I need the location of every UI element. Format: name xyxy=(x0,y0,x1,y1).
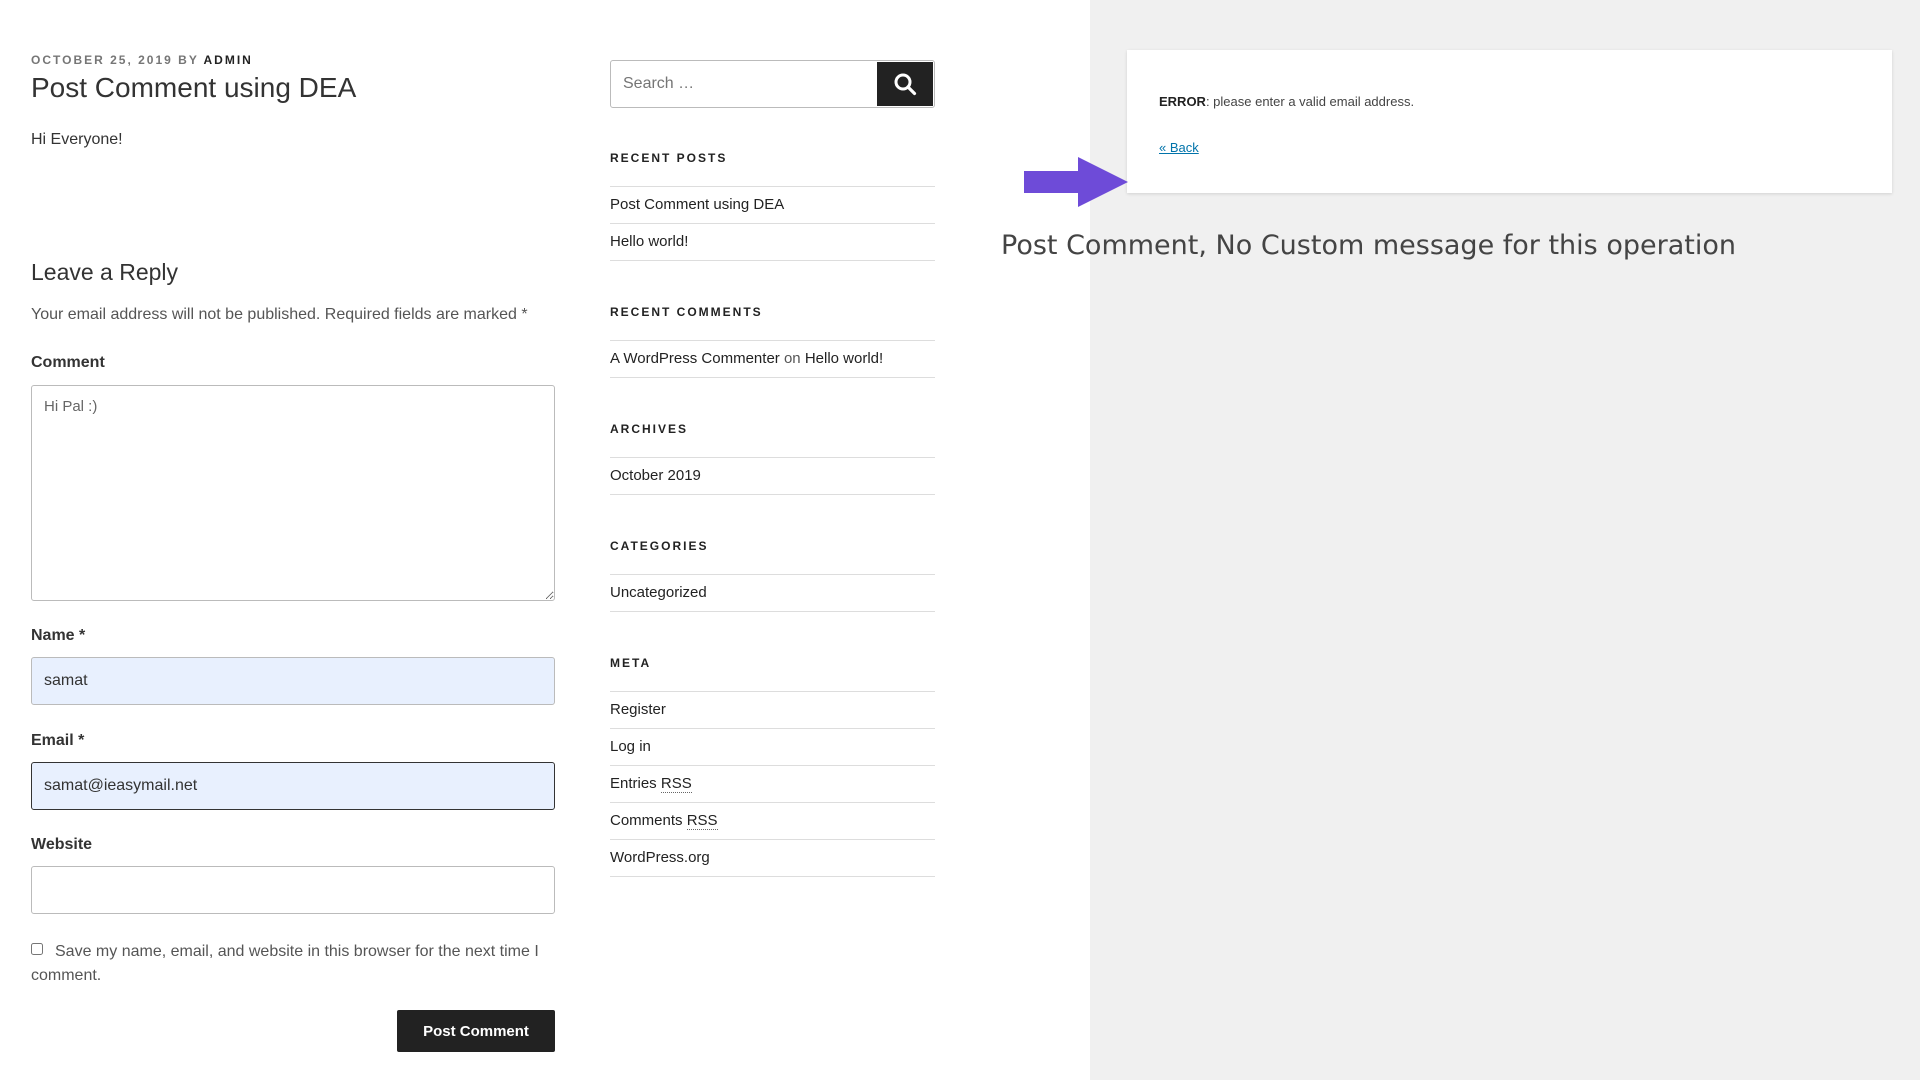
error-message-box: ERROR: please enter a valid email addres… xyxy=(1127,50,1892,193)
post-title: Post Comment using DEA xyxy=(31,72,357,103)
recent-comments-list: A WordPress Commenter on Hello world! xyxy=(610,340,935,378)
search-form xyxy=(610,60,935,108)
meta-item-label: Entries xyxy=(610,775,661,792)
meta-item-abbr: RSS xyxy=(686,812,718,830)
comment-notes: Your email address will not be published… xyxy=(31,306,528,323)
post-comment-button[interactable]: Post Comment xyxy=(397,1010,555,1052)
post-by: BY xyxy=(178,53,199,67)
meta-item-label: Register xyxy=(610,701,666,718)
error-label: ERROR xyxy=(1159,94,1206,109)
comment-label: Comment xyxy=(31,354,105,371)
comment-on-text: on xyxy=(783,350,801,367)
archive-item[interactable]: October 2019 xyxy=(610,458,935,495)
meta-item-label: WordPress.org xyxy=(610,849,710,866)
meta-item-label: Log in xyxy=(610,738,651,755)
cookies-consent: Save my name, email, and website in this… xyxy=(31,940,561,988)
arrow-right-icon xyxy=(1024,157,1128,207)
meta-list: Register Log in Entries RSS Comments RSS… xyxy=(610,691,935,877)
meta-item-register[interactable]: Register xyxy=(610,692,935,729)
post-author[interactable]: ADMIN xyxy=(204,53,253,67)
reply-title: Leave a Reply xyxy=(31,259,179,285)
error-text: ERROR: please enter a valid email addres… xyxy=(1159,94,1414,109)
comment-textarea[interactable]: Hi Pal :) xyxy=(31,385,555,601)
cookies-checkbox[interactable] xyxy=(31,943,43,955)
search-input[interactable] xyxy=(611,61,876,107)
error-message: : please enter a valid email address. xyxy=(1205,94,1415,109)
search-button[interactable] xyxy=(877,62,933,106)
recent-post-item[interactable]: Hello world! xyxy=(610,224,935,261)
recent-comments-title: RECENT COMMENTS xyxy=(610,305,763,319)
archives-list: October 2019 xyxy=(610,457,935,495)
meta-item-login[interactable]: Log in xyxy=(610,729,935,766)
recent-post-item[interactable]: Post Comment using DEA xyxy=(610,187,935,224)
recent-posts-title: RECENT POSTS xyxy=(610,151,728,165)
categories-list: Uncategorized xyxy=(610,574,935,612)
meta-item-abbr: RSS xyxy=(660,775,692,793)
annotation-caption: Post Comment, No Custom message for this… xyxy=(1001,230,1736,261)
recent-comment-item: A WordPress Commenter on Hello world! xyxy=(610,341,935,378)
post-date[interactable]: OCTOBER 25, 2019 xyxy=(31,53,173,67)
categories-title: CATEGORIES xyxy=(610,539,709,553)
cookies-label[interactable]: Save my name, email, and website in this… xyxy=(31,943,539,984)
comment-post-link[interactable]: Hello world! xyxy=(805,350,883,367)
meta-item-wordpress-org[interactable]: WordPress.org xyxy=(610,840,935,877)
comment-author-link[interactable]: A WordPress Commenter xyxy=(610,350,780,367)
meta-item-comments-rss[interactable]: Comments RSS xyxy=(610,803,935,840)
archives-title: ARCHIVES xyxy=(610,422,689,436)
search-icon xyxy=(894,73,917,96)
back-link[interactable]: « Back xyxy=(1159,140,1199,155)
post-body: Hi Everyone! xyxy=(31,131,123,148)
recent-posts-list: Post Comment using DEA Hello world! xyxy=(610,186,935,261)
name-input[interactable] xyxy=(31,657,555,705)
post-meta: OCTOBER 25, 2019 BY ADMIN xyxy=(31,53,253,67)
website-input[interactable] xyxy=(31,866,555,914)
meta-item-label: Comments xyxy=(610,812,687,829)
website-label: Website xyxy=(31,836,93,853)
email-input[interactable] xyxy=(31,762,555,810)
meta-title: META xyxy=(610,656,652,670)
name-label: Name * xyxy=(31,627,86,644)
email-label: Email * xyxy=(31,732,85,749)
category-item[interactable]: Uncategorized xyxy=(610,575,935,612)
meta-item-entries-rss[interactable]: Entries RSS xyxy=(610,766,935,803)
